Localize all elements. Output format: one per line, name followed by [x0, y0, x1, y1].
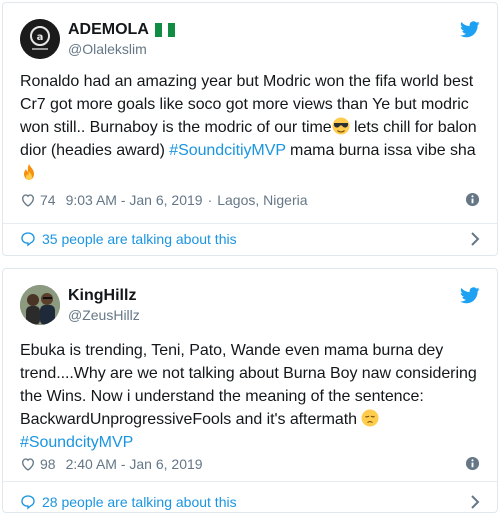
timestamp[interactable]: 2:40 AM - Jan 6, 2019 [66, 456, 203, 472]
nigeria-flag-icon [154, 23, 175, 37]
tweet-text: Ronaldo had an amazing year but Modric w… [20, 70, 483, 185]
like-count: 98 [40, 456, 56, 472]
divider [3, 481, 497, 482]
heart-icon[interactable] [20, 456, 36, 472]
display-name[interactable]: ADEMOLA [68, 20, 149, 40]
conversation-link[interactable]: 35 people are talking about this [20, 229, 480, 249]
user-handle[interactable]: @Olalekslim [68, 40, 175, 58]
conversation-link[interactable]: 28 people are talking about this [20, 492, 480, 512]
twitter-bird-icon[interactable] [460, 21, 480, 38]
like-count: 74 [40, 192, 56, 208]
sunglasses-emoji-icon [332, 117, 350, 135]
display-name[interactable]: KingHillz [68, 286, 140, 306]
timestamp[interactable]: 9:03 AM - Jan 6, 2019 [66, 192, 203, 208]
user-handle[interactable]: @ZeusHillz [68, 306, 140, 324]
svg-text:a: a [37, 32, 44, 43]
tweet-header: KingHillz @ZeusHillz [20, 281, 140, 329]
tweet-meta: 98 2:40 AM - Jan 6, 2019 [20, 455, 480, 473]
avatar[interactable] [20, 285, 60, 325]
divider [3, 223, 497, 224]
talking-count-text[interactable]: 35 people are talking about this [42, 231, 237, 247]
user-names: KingHillz @ZeusHillz [68, 286, 140, 324]
chevron-right-icon[interactable] [470, 231, 480, 247]
reply-bubble-icon [21, 495, 35, 510]
reply-bubble-icon [21, 232, 35, 247]
talking-count-text[interactable]: 28 people are talking about this [42, 494, 237, 510]
tweet-text: Ebuka is trending, Teni, Pato, Wande eve… [20, 339, 483, 454]
user-names: ADEMOLA @Olalekslim [68, 20, 175, 58]
hashtag-link[interactable]: #SoundcityMVP [20, 434, 133, 451]
avatar-photo-icon [20, 285, 60, 325]
separator-dot: · [207, 192, 213, 208]
info-icon[interactable] [465, 456, 480, 471]
avatar-logo-icon: a [20, 19, 60, 59]
pensive-emoji-icon [361, 409, 379, 427]
hashtag-link[interactable]: #SoundcitiyMVP [169, 142, 285, 159]
tweet-card[interactable]: KingHillz @ZeusHillz Ebuka is trending, … [2, 268, 498, 513]
chevron-right-icon[interactable] [470, 494, 480, 510]
tweet-header: a ADEMOLA @Olalekslim [20, 15, 175, 63]
location[interactable]: Lagos, Nigeria [217, 192, 307, 208]
tweet-text-part: Ebuka is trending, Teni, Pato, Wande eve… [20, 342, 477, 428]
avatar[interactable]: a [20, 19, 60, 59]
heart-icon[interactable] [20, 192, 36, 208]
info-icon[interactable] [465, 192, 480, 207]
tweet-card[interactable]: a ADEMOLA @Olalekslim Ronaldo had an ama… [2, 2, 498, 256]
twitter-bird-icon[interactable] [460, 287, 480, 304]
tweet-meta: 74 9:03 AM - Jan 6, 2019 · Lagos, Nigeri… [20, 191, 480, 209]
tweet-text-part: mama burna issa vibe sha [285, 142, 476, 159]
fire-emoji-icon [24, 164, 34, 180]
